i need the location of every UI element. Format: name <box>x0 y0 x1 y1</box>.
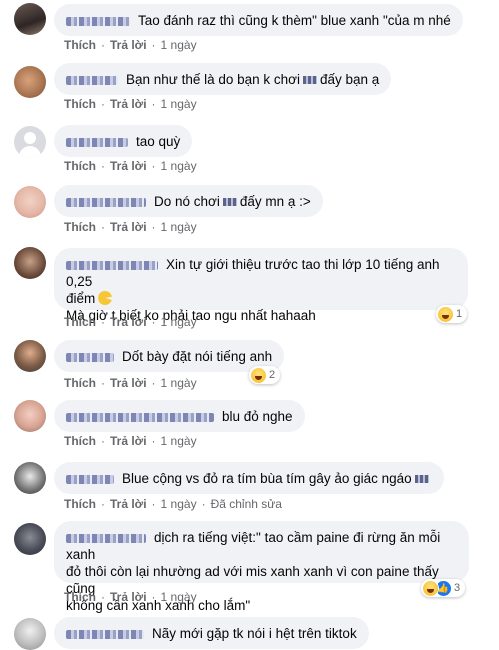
author-name-redacted[interactable] <box>66 16 130 26</box>
haha-reaction-icon <box>423 580 438 596</box>
comment-actions: Thích · Trả lời · 1 ngày <box>64 97 197 111</box>
like-link[interactable]: Thích <box>64 497 96 511</box>
edited-label[interactable]: Đã chỉnh sửa <box>211 497 282 511</box>
comment-text: blu đỏ nghe <box>222 409 293 424</box>
comment-text: Nãy mới gặp tk nói i hệt trên tiktok <box>152 626 357 641</box>
avatar[interactable] <box>14 618 46 650</box>
author-name-redacted[interactable] <box>66 75 118 85</box>
comment-text: Bạn như thế là do bạn k chơi <box>126 72 301 87</box>
default-avatar-head <box>24 132 36 144</box>
reply-link[interactable]: Trả lời <box>110 315 147 329</box>
comment-actions: Thích · Trả lời · 1 ngày <box>64 376 197 390</box>
like-link[interactable]: Thích <box>64 434 96 448</box>
comment-actions: Thích · Trả lời · 1 ngày <box>64 38 197 52</box>
comment-text: Blue cộng vs đỏ ra tím bùa tím gây ảo gi… <box>122 471 412 486</box>
reply-link[interactable]: Trả lời <box>110 97 147 111</box>
like-link[interactable]: Thích <box>64 159 96 173</box>
timestamp[interactable]: 1 ngày <box>161 434 197 448</box>
like-link[interactable]: Thích <box>64 38 96 52</box>
avatar[interactable] <box>14 186 46 218</box>
redacted-word <box>303 76 318 85</box>
avatar[interactable] <box>14 126 46 158</box>
reaction-count: 2 <box>269 369 276 381</box>
reply-link[interactable]: Trả lời <box>110 497 147 511</box>
author-name-redacted[interactable] <box>66 352 114 362</box>
comment-text-line2: điểm <box>66 291 96 306</box>
author-name-redacted[interactable] <box>66 629 144 639</box>
reply-link[interactable]: Trả lời <box>110 376 147 390</box>
comment-text: Do nó chơi <box>154 194 220 209</box>
like-link[interactable]: Thích <box>64 315 96 329</box>
timestamp[interactable]: 1 ngày <box>161 497 197 511</box>
like-link[interactable]: Thích <box>64 97 96 111</box>
comment-bubble: Tao đánh raz thì cũng k thèm" blue xanh … <box>54 4 463 36</box>
default-avatar-body <box>19 146 41 158</box>
timestamp[interactable]: 1 ngày <box>161 376 197 390</box>
haha-reaction-icon <box>438 306 453 322</box>
comment-bubble: Nãy mới gặp tk nói i hệt trên tiktok <box>54 617 369 649</box>
comment-actions: Thích · Trả lời · 1 ngày <box>64 159 197 173</box>
comment-bubble: blu đỏ nghe <box>54 400 305 432</box>
redacted-word <box>414 475 429 484</box>
comment-bubble: dịch ra tiếng việt:" tao cầm paine đi rừ… <box>54 521 469 613</box>
timestamp[interactable]: 1 ngày <box>161 97 197 111</box>
reply-link[interactable]: Trả lời <box>110 38 147 52</box>
author-name-redacted[interactable] <box>66 260 158 270</box>
reply-link[interactable]: Trả lời <box>110 220 147 234</box>
reply-link[interactable]: Trả lời <box>110 590 147 604</box>
reaction-summary[interactable]: 2 <box>249 366 281 384</box>
author-name-redacted[interactable] <box>66 412 214 422</box>
comment-actions: Thích · Trả lời · 1 ngày <box>64 220 197 234</box>
comment-text: Dốt bày đặt nói tiếng anh <box>122 349 273 364</box>
timestamp[interactable]: 1 ngày <box>161 220 197 234</box>
like-reaction-icon: 👍 <box>436 580 451 596</box>
comment-bubble: Do nó chơi đấy mn ạ :> <box>54 185 323 217</box>
comment-bubble: Dốt bày đặt nói tiếng anh <box>54 340 285 372</box>
comment-bubble: tao quỳ <box>54 125 193 157</box>
emoji-pacman-icon <box>98 291 113 305</box>
avatar[interactable] <box>14 462 46 494</box>
author-name-redacted[interactable] <box>66 474 114 484</box>
comment-actions: Thích · Trả lời · 1 ngày · Đã chỉnh sửa <box>64 497 282 511</box>
avatar[interactable] <box>14 247 46 279</box>
timestamp[interactable]: 1 ngày <box>161 590 197 604</box>
timestamp[interactable]: 1 ngày <box>161 315 197 329</box>
reply-link[interactable]: Trả lời <box>110 159 147 173</box>
author-name-redacted[interactable] <box>66 137 128 147</box>
author-name-redacted[interactable] <box>66 533 146 543</box>
comment-text-2: đấy mn ạ :> <box>239 194 311 209</box>
avatar[interactable] <box>14 400 46 432</box>
comment-text: Tao đánh raz thì cũng k thèm" blue xanh … <box>138 13 451 28</box>
comment-bubble: Blue cộng vs đỏ ra tím bùa tím gây ảo gi… <box>54 462 444 494</box>
author-name-redacted[interactable] <box>66 197 146 207</box>
avatar[interactable] <box>14 340 46 372</box>
haha-reaction-icon <box>251 367 266 383</box>
like-link[interactable]: Thích <box>64 376 96 390</box>
avatar[interactable] <box>14 66 46 98</box>
reaction-count: 3 <box>454 582 461 594</box>
timestamp[interactable]: 1 ngày <box>161 38 197 52</box>
like-link[interactable]: Thích <box>64 590 96 604</box>
reply-link[interactable]: Trả lời <box>110 434 147 448</box>
avatar[interactable] <box>14 523 46 555</box>
like-link[interactable]: Thích <box>64 220 96 234</box>
comment-actions: Thích · Trả lời · 1 ngày <box>64 590 197 604</box>
timestamp[interactable]: 1 ngày <box>161 159 197 173</box>
comment-bubble: Xin tự giới thiệu trước tao thi lớp 10 t… <box>54 248 468 323</box>
comment-actions: Thích · Trả lời · 1 ngày <box>64 434 197 448</box>
reaction-summary[interactable]: 👍 3 <box>421 579 466 597</box>
avatar[interactable] <box>14 3 46 35</box>
redacted-word <box>222 198 237 207</box>
comment-text: tao quỳ <box>136 134 181 149</box>
comment-text-2: đấy bạn ạ <box>320 72 380 87</box>
reaction-count: 1 <box>456 308 463 320</box>
comment-actions: Thích · Trả lời · 1 ngày <box>64 315 197 329</box>
comment-bubble: Bạn như thế là do bạn k chơi đấy bạn ạ <box>54 63 392 95</box>
reaction-summary[interactable]: 1 <box>436 305 468 323</box>
